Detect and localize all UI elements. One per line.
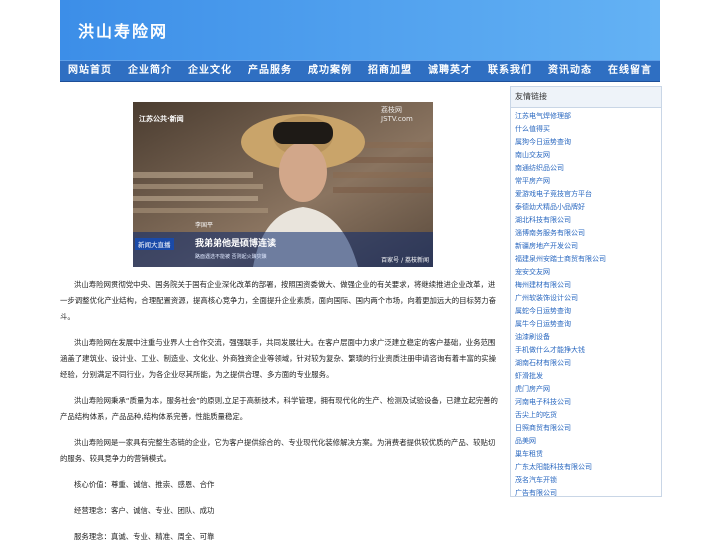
friend-link[interactable]: 广告有限公司 bbox=[515, 487, 661, 500]
friend-link[interactable]: 属牛今日运势查询 bbox=[515, 318, 661, 331]
friend-links-list: 江苏电气焊修理部 什么值得买 属狗今日运势查询 南山交友网 南通纺织品公司 常平房产网 爱游… bbox=[511, 108, 661, 500]
friend-link[interactable]: 巢车租赁 bbox=[515, 448, 661, 461]
friend-link[interactable]: 湖南石材有限公司 bbox=[515, 357, 661, 370]
photo-credit: 百家号 / 荔枝新闻 bbox=[381, 257, 429, 264]
news-photo: 江苏公共·新闻 荔枝网 JSTV.com 李国平 新闻大直播 我弟弟他是硕博连读… bbox=[133, 102, 433, 267]
friend-link[interactable]: 新疆房地产开发公司 bbox=[515, 240, 661, 253]
friend-link[interactable]: 属狗今日运势查询 bbox=[515, 136, 661, 149]
content-area: 江苏公共·新闻 荔枝网 JSTV.com 李国平 新闻大直播 我弟弟他是硕博连读… bbox=[60, 82, 662, 542]
friend-link[interactable]: 属蛇今日运势查询 bbox=[515, 305, 661, 318]
friend-link[interactable]: 手机做什么才能挣大钱 bbox=[515, 344, 661, 357]
tv-watermark: 荔枝网 JSTV.com bbox=[381, 106, 413, 123]
friend-link[interactable]: 虎门房产网 bbox=[515, 383, 661, 396]
video-subtitle: 我弟弟他是硕博连读 bbox=[195, 239, 277, 249]
friend-link[interactable]: 油漆刷设备 bbox=[515, 331, 661, 344]
friend-link[interactable]: 宠安交友网 bbox=[515, 266, 661, 279]
friend-link[interactable]: 广州软装饰设计公司 bbox=[515, 292, 661, 305]
nav-item-news[interactable]: 资讯动态 bbox=[540, 61, 600, 81]
nav-item-message[interactable]: 在线留言 bbox=[600, 61, 660, 81]
page: 洪山寿险网 网站首页 企业简介 企业文化 产品服务 成功案例 招商加盟 诚聘英才… bbox=[60, 0, 662, 542]
friend-link[interactable]: 淄博南务服务有限公司 bbox=[515, 227, 661, 240]
article: 江苏公共·新闻 荔枝网 JSTV.com 李国平 新闻大直播 我弟弟他是硕博连读… bbox=[60, 102, 500, 555]
nav-item-about[interactable]: 企业简介 bbox=[120, 61, 180, 81]
friend-link[interactable]: 福建泉州安踏士商贸有限公司 bbox=[515, 253, 661, 266]
news-photo-image bbox=[133, 102, 433, 267]
friend-link[interactable]: 日照商贸有限公司 bbox=[515, 422, 661, 435]
news-ticker: 路面遇选不能被 否则起火酿灾酿 bbox=[195, 254, 267, 260]
friend-link[interactable]: 虾滑批发 bbox=[515, 370, 661, 383]
nav-item-contact[interactable]: 联系我们 bbox=[480, 61, 540, 81]
friend-link[interactable]: 河南电子科技公司 bbox=[515, 396, 661, 409]
nav-item-jobs[interactable]: 诚聘英才 bbox=[420, 61, 480, 81]
core-values: 核心价值：尊重、诚信、推崇、感恩、合作 bbox=[74, 480, 215, 489]
friend-link[interactable]: 泰德幼犬精品小品牌好 bbox=[515, 201, 661, 214]
friend-link[interactable]: 江苏电气焊修理部 bbox=[515, 110, 661, 123]
friend-link[interactable]: 茂名汽车开锁 bbox=[515, 474, 661, 487]
business-philosophy: 经营理念：客户、诚信、专业、团队、成功 bbox=[74, 506, 215, 515]
friend-link[interactable]: 广东太阳能科技有限公司 bbox=[515, 461, 661, 474]
site-logo[interactable]: 洪山寿险网 bbox=[78, 18, 168, 42]
paragraph-intro: 洪山寿险网贯彻党中央、国务院关于国有企业深化改革的部署，按照国资委做大、做强企业… bbox=[60, 280, 497, 321]
friend-links-panel: 友情链接 江苏电气焊修理部 什么值得买 属狗今日运势查询 南山交友网 南通纺织品公司 常平… bbox=[510, 86, 662, 497]
friend-link[interactable]: 爱游戏电子竞技官方平台 bbox=[515, 188, 661, 201]
nav-item-home[interactable]: 网站首页 bbox=[60, 61, 120, 81]
friend-link[interactable]: 舌尖上的吃货 bbox=[515, 409, 661, 422]
caption-strip: 新闻大直播 bbox=[135, 238, 174, 250]
nav-item-franchise[interactable]: 招商加盟 bbox=[360, 61, 420, 81]
friend-link[interactable]: 常平房产网 bbox=[515, 175, 661, 188]
friend-link[interactable]: 南山交友网 bbox=[515, 149, 661, 162]
name-tag: 李国平 bbox=[195, 222, 214, 229]
paragraph-ecosystem: 洪山寿险网是一家具有完整生态链的企业，它为客户提供综合的、专业现代化装修解决方案… bbox=[60, 438, 496, 463]
friend-links-title: 友情链接 bbox=[511, 87, 661, 108]
friend-link[interactable]: 品美网 bbox=[515, 435, 661, 448]
paragraph-cooperation: 洪山寿险网在发展中注重与业界人士合作交流，强强联手，共同发展壮大。在客户层面中力… bbox=[60, 338, 497, 379]
friend-link[interactable]: 什么值得买 bbox=[515, 123, 661, 136]
paragraph-quality: 洪山寿险网秉承“质量为本，服务社会”的原则,立足于高新技术，科学管理，拥有现代化… bbox=[60, 396, 498, 421]
friend-link[interactable]: 梅州建材有限公司 bbox=[515, 279, 661, 292]
channel-logo: 江苏公共·新闻 bbox=[139, 115, 184, 123]
service-philosophy: 服务理念：真诚、专业、精准、周全、可靠 bbox=[74, 532, 215, 541]
friend-link[interactable]: 湖北科技有限公司 bbox=[515, 214, 661, 227]
site-header: 洪山寿险网 bbox=[60, 0, 660, 60]
main-nav: 网站首页 企业简介 企业文化 产品服务 成功案例 招商加盟 诚聘英才 联系我们 … bbox=[60, 60, 660, 82]
nav-item-culture[interactable]: 企业文化 bbox=[180, 61, 240, 81]
nav-item-products[interactable]: 产品服务 bbox=[240, 61, 300, 81]
friend-link[interactable]: 南通纺织品公司 bbox=[515, 162, 661, 175]
nav-item-cases[interactable]: 成功案例 bbox=[300, 61, 360, 81]
